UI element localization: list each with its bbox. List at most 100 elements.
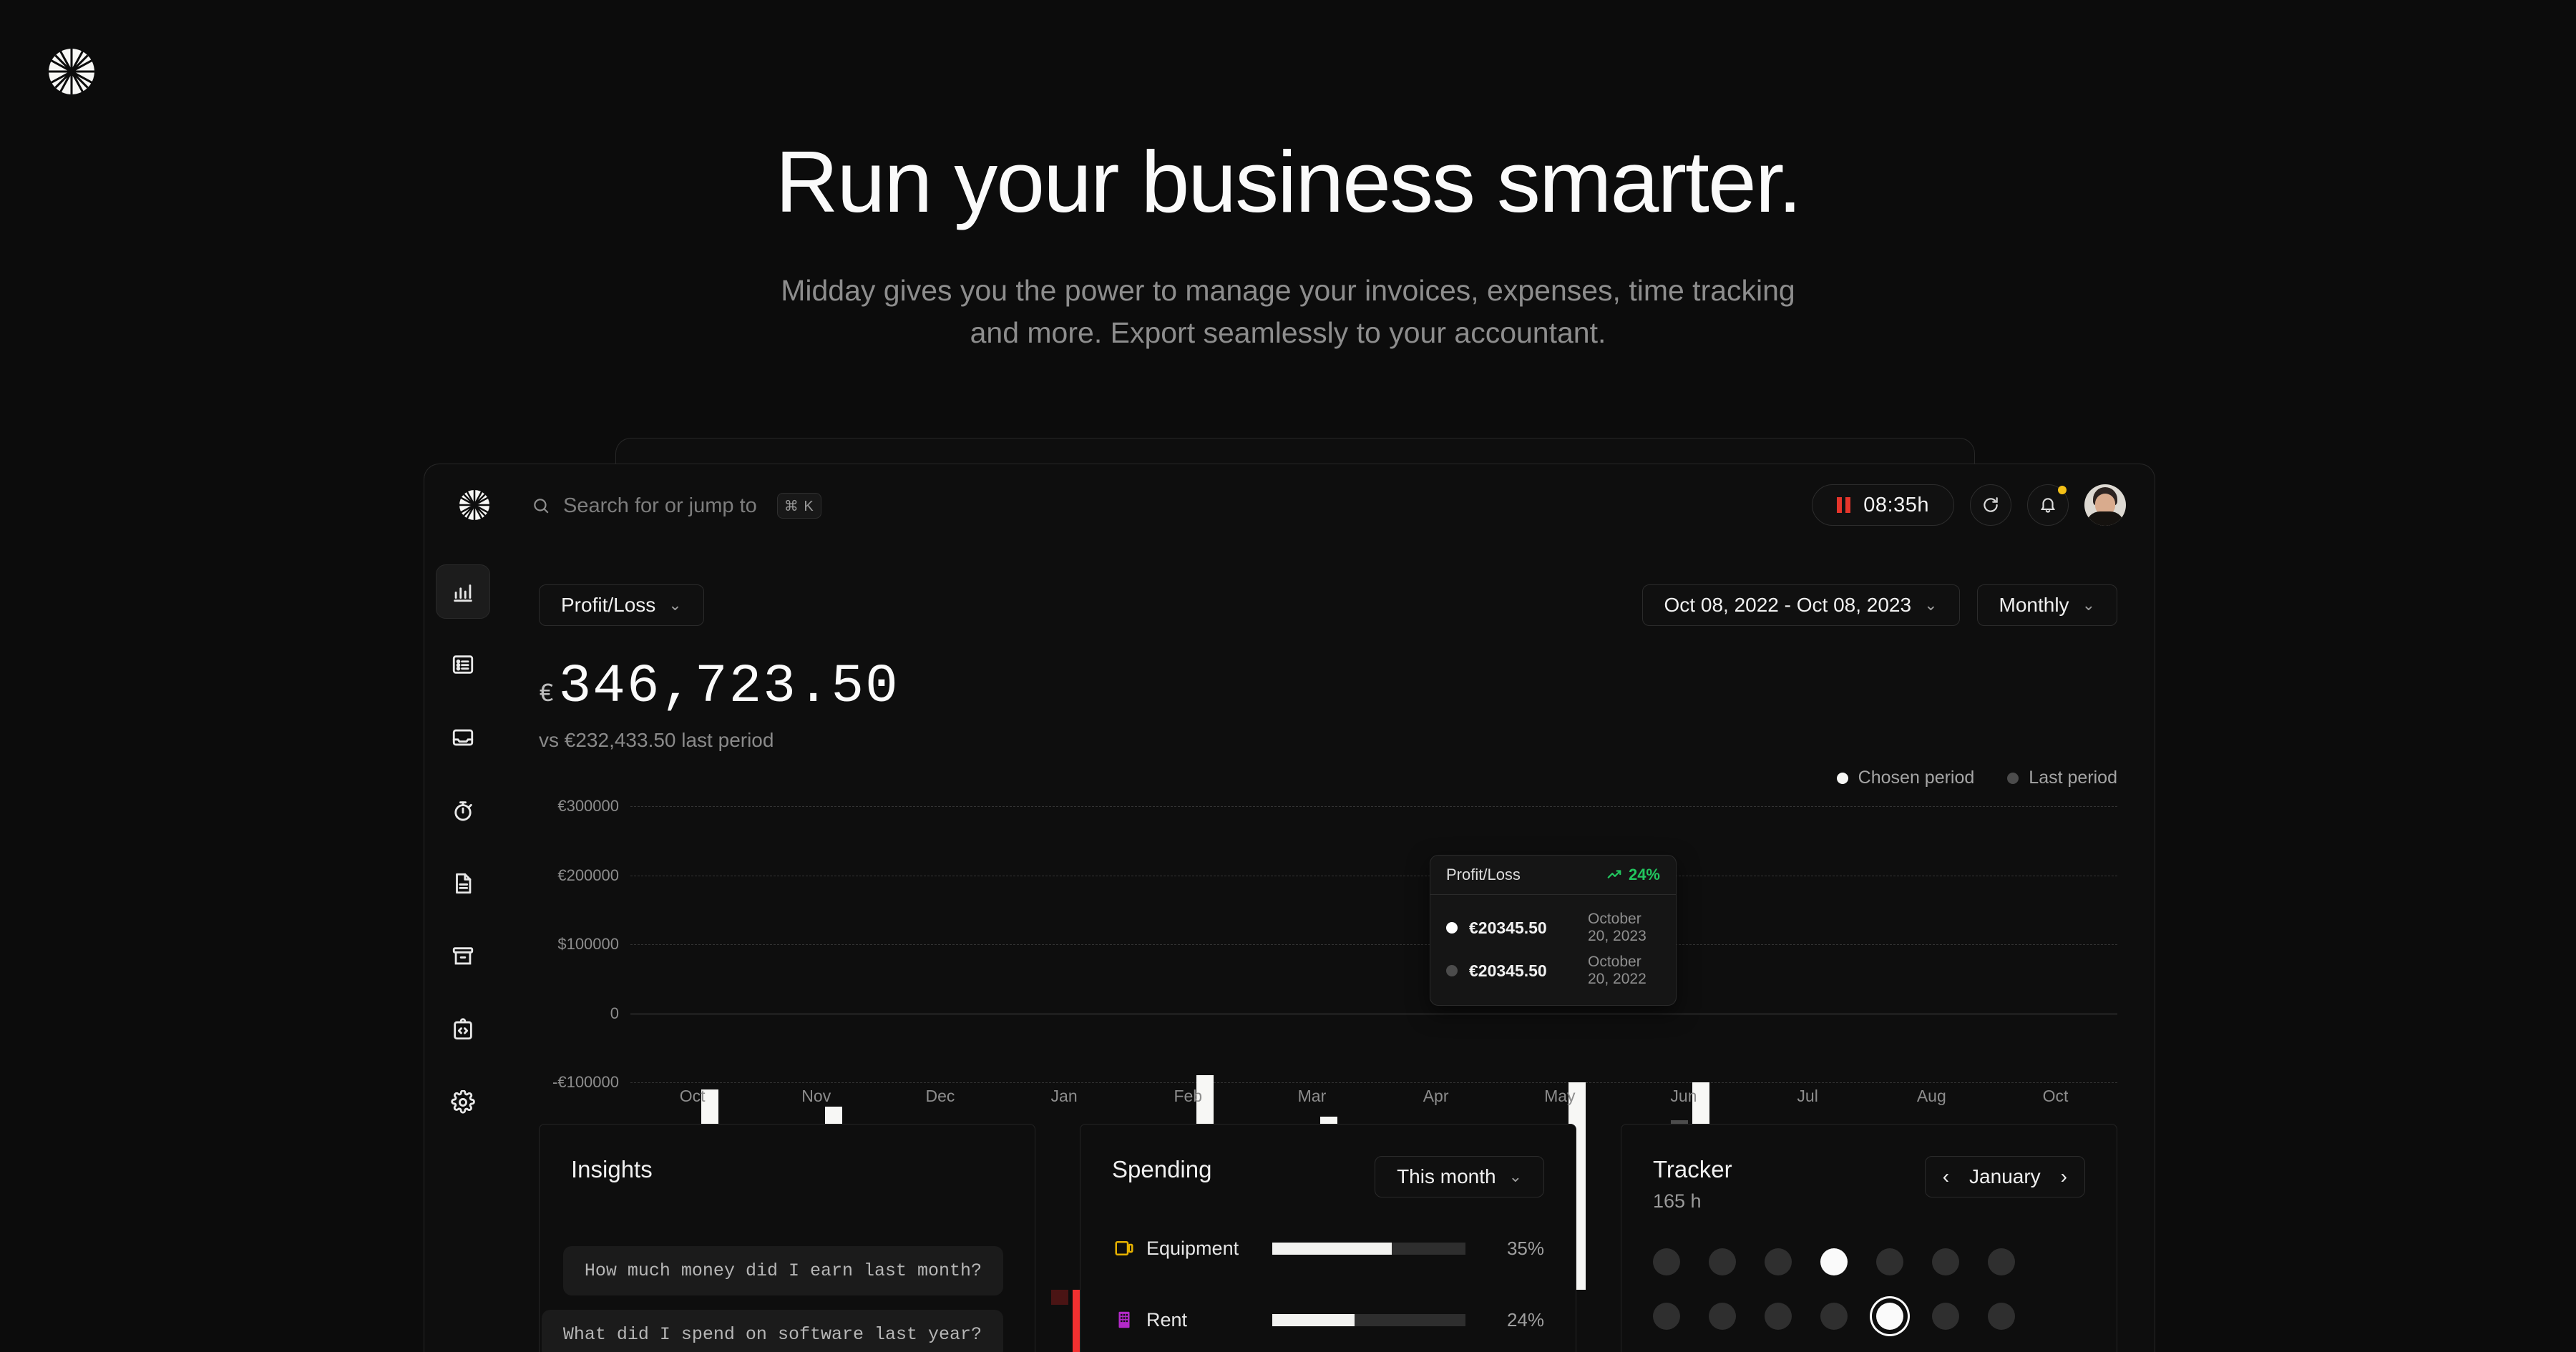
tooltip-date: October 20, 2023 <box>1588 911 1646 944</box>
tracker-day-dot[interactable] <box>1820 1248 1848 1275</box>
tracker-month-nav: ‹ January › <box>1924 1156 2085 1197</box>
chart-bars <box>630 806 2117 1352</box>
legend-dot <box>2007 772 2019 784</box>
summary-comparison: vs €232,433.50 last period <box>539 729 774 751</box>
tracker-day-dot[interactable] <box>1709 1303 1736 1330</box>
page-title: Run your business smarter. <box>775 133 1802 230</box>
chart-y-axis: €300000 €200000 $100000 0 -€100000 <box>539 797 619 1091</box>
tracker-day-dot[interactable] <box>1876 1248 1903 1275</box>
app-logo[interactable] <box>457 487 492 523</box>
insight-suggestion-chip[interactable]: How much money did I earn last month? <box>562 1246 1003 1295</box>
chevron-down-icon: ⌄ <box>668 596 682 614</box>
refresh-button[interactable] <box>1970 484 2011 526</box>
date-range-select[interactable]: Oct 08, 2022 - Oct 08, 2023 ⌄ <box>1641 584 1960 626</box>
tooltip-body: €20345.50 October 20, 2023 €20345.50 Octobe… <box>1430 895 1676 1005</box>
chart-month-column[interactable] <box>1250 806 1374 1290</box>
tracker-day-dot[interactable] <box>1932 1248 1959 1275</box>
chart-month-column[interactable] <box>1746 806 1870 1290</box>
tracker-day-dot[interactable] <box>1932 1303 1959 1330</box>
chevron-right-icon[interactable]: › <box>2061 1167 2067 1187</box>
pause-icon <box>1837 497 1851 513</box>
chevron-left-icon[interactable]: ‹ <box>1943 1167 1949 1187</box>
chart-month-column[interactable] <box>630 806 754 1290</box>
refresh-icon <box>1984 497 1998 512</box>
spending-progress-bar <box>1272 1242 1465 1255</box>
currency-symbol: € <box>539 680 555 709</box>
tracker-day-dot[interactable] <box>1988 1248 2015 1275</box>
insight-suggestions: How much money did I earn last month? Wha… <box>541 1246 1003 1352</box>
tracker-day-dot[interactable] <box>1653 1248 1680 1275</box>
tracker-day-dot[interactable] <box>1988 1303 2015 1330</box>
inbox-icon <box>452 729 474 746</box>
chart-month-column[interactable] <box>1994 806 2117 1290</box>
tracker-day-dot[interactable] <box>1820 1303 1848 1330</box>
sidebar-item-invoices[interactable] <box>436 856 490 911</box>
chart-month-column[interactable] <box>1002 806 1126 1352</box>
spending-progress-fill <box>1272 1313 1355 1326</box>
y-axis-tick-label: €200000 <box>557 866 619 884</box>
date-range-label: Oct 08, 2022 - Oct 08, 2023 <box>1664 594 1912 616</box>
summary-block: € 346,723.50 vs €232,433.50 last period <box>539 656 2117 752</box>
sidebar-item-apps[interactable] <box>436 1002 490 1057</box>
tracker-card: Tracker 165 h ‹ January › <box>1621 1124 2117 1352</box>
spending-row[interactable]: Equipment 35% <box>1112 1230 1544 1266</box>
tracker-day-dot[interactable] <box>1709 1248 1736 1275</box>
interval-select[interactable]: Monthly ⌄ <box>1976 584 2117 626</box>
sun-wheel-logo-icon <box>49 49 94 94</box>
insight-suggestion-chip[interactable]: What did I spend on software last year? <box>541 1310 1003 1352</box>
avatar-body <box>2086 511 2124 526</box>
amount-value: 346,723.50 <box>558 656 899 717</box>
spending-row[interactable]: Rent 24% <box>1112 1302 1544 1338</box>
sidebar-item-transactions[interactable] <box>436 637 490 692</box>
x-axis-tick-label: Mar <box>1297 1087 1327 1105</box>
tracker-day-dot[interactable] <box>1876 1303 1903 1330</box>
profit-loss-chart: Chosen period Last period €300000 €200000 $… <box>539 768 2117 1352</box>
spending-percent: 24% <box>1506 1308 1544 1331</box>
chart-month-column[interactable] <box>1126 806 1250 1290</box>
spending-period-select[interactable]: This month ⌄ <box>1375 1156 1544 1197</box>
landing-page: Run your business smarter. Midday gives … <box>0 0 2576 1352</box>
chart-month-column[interactable] <box>1870 806 1994 1290</box>
spending-category-label: Rent <box>1146 1308 1188 1331</box>
spending-list: Equipment35%Rent24%Travel22% <box>1112 1230 1544 1352</box>
chart-tooltip: Profit/Loss 24% €20345.50 October 20, 202… <box>1430 855 1677 1006</box>
y-axis-tick-label: 0 <box>610 1004 619 1022</box>
search-input[interactable]: Search for or jump to ⌘ K <box>532 493 821 519</box>
tracker-day-dot[interactable] <box>1765 1248 1792 1275</box>
tooltip-change-value: 24% <box>1628 866 1660 883</box>
app-main: Profit/Loss ⌄ Oct 08, 2022 - Oct 08, 202… <box>502 543 2155 1352</box>
sidebar-item-tracker[interactable] <box>436 783 490 838</box>
tooltip-row: €20345.50 October 20, 2022 <box>1446 949 1660 992</box>
tracker-hours: 165 h <box>1653 1190 1702 1212</box>
sidebar-item-settings[interactable] <box>436 1075 490 1130</box>
x-axis-tick-label: Dec <box>925 1087 955 1105</box>
tracker-day-dot[interactable] <box>1765 1303 1792 1330</box>
spending-period-label: This month <box>1397 1165 1496 1187</box>
x-axis-tick-label: Apr <box>1423 1087 1449 1105</box>
spending-progress-bar <box>1272 1313 1465 1326</box>
tracker-day-dot[interactable] <box>1653 1303 1680 1330</box>
x-axis-tick-label: Oct <box>2042 1087 2069 1105</box>
notification-badge <box>2058 486 2067 494</box>
chart-month-column[interactable] <box>754 806 878 1290</box>
time-tracker-button[interactable]: 08:35h <box>1812 484 1954 526</box>
brand-logo[interactable] <box>44 44 99 99</box>
sidebar-item-vault[interactable] <box>436 929 490 984</box>
chevron-down-icon: ⌄ <box>1508 1167 1522 1185</box>
x-axis-tick-label: Oct <box>679 1087 706 1105</box>
sidebar-item-inbox[interactable] <box>436 710 490 765</box>
y-axis-tick-label: -€100000 <box>552 1073 619 1091</box>
legend-item: Last period <box>2007 768 2117 788</box>
notifications-button[interactable] <box>2027 484 2069 526</box>
document-icon <box>456 873 472 894</box>
avatar[interactable] <box>2084 484 2126 526</box>
x-axis-tick-label: May <box>1544 1087 1576 1105</box>
tracker-header: Tracker 165 h ‹ January › <box>1653 1156 2085 1213</box>
filter-bar: Profit/Loss ⌄ Oct 08, 2022 - Oct 08, 202… <box>539 584 2117 626</box>
x-axis-tick-label: Aug <box>1916 1087 1946 1105</box>
bar-chart-icon <box>454 584 472 602</box>
chart-month-column[interactable] <box>878 806 1002 1318</box>
sidebar-item-overview[interactable] <box>436 564 490 619</box>
metric-select[interactable]: Profit/Loss ⌄ <box>539 584 704 626</box>
chart-x-axis: Oct Nov Dec Jan Feb Mar Apr May Jun Jul Aug Oct <box>630 1087 2117 1106</box>
